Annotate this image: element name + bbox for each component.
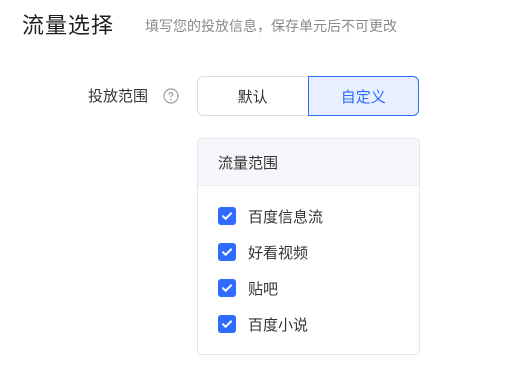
option-custom-button[interactable]: 自定义 (307, 76, 419, 116)
option-default-button[interactable]: 默认 (197, 76, 308, 116)
traffic-range-header: 流量范围 (198, 139, 419, 186)
question-circle-icon[interactable] (163, 88, 179, 104)
section-title: 流量选择 (22, 14, 115, 39)
checkbox-checked-icon[interactable] (218, 207, 236, 225)
list-item[interactable]: 好看视频 (198, 234, 419, 270)
list-item[interactable]: 百度小说 (198, 306, 419, 342)
checkbox-checked-icon[interactable] (218, 315, 236, 333)
list-item[interactable]: 百度信息流 (198, 198, 419, 234)
placement-range-row: 投放范围 默认 自定义 (0, 76, 514, 116)
option-label-haokan-video: 好看视频 (248, 243, 309, 262)
placement-range-label: 投放范围 (88, 87, 149, 105)
list-item[interactable]: 贴吧 (198, 270, 419, 306)
traffic-range-panel: 流量范围 百度信息流 好看视频 贴吧 百度小说 (197, 138, 420, 355)
traffic-selection-form: 流量选择 填写您的投放信息，保存单元后不可更改 投放范围 默认 自定义 流量范围… (0, 0, 514, 370)
option-label-baidu-novel: 百度小说 (248, 315, 309, 334)
checkbox-checked-icon[interactable] (218, 279, 236, 297)
section-hint: 填写您的投放信息，保存单元后不可更改 (145, 19, 397, 35)
checkbox-checked-icon[interactable] (218, 243, 236, 261)
option-label-tieba: 贴吧 (248, 279, 279, 298)
traffic-range-list: 百度信息流 好看视频 贴吧 百度小说 (198, 186, 419, 342)
placement-range-segmented-control: 默认 自定义 (197, 76, 419, 116)
option-label-baidu-feed: 百度信息流 (248, 207, 324, 226)
